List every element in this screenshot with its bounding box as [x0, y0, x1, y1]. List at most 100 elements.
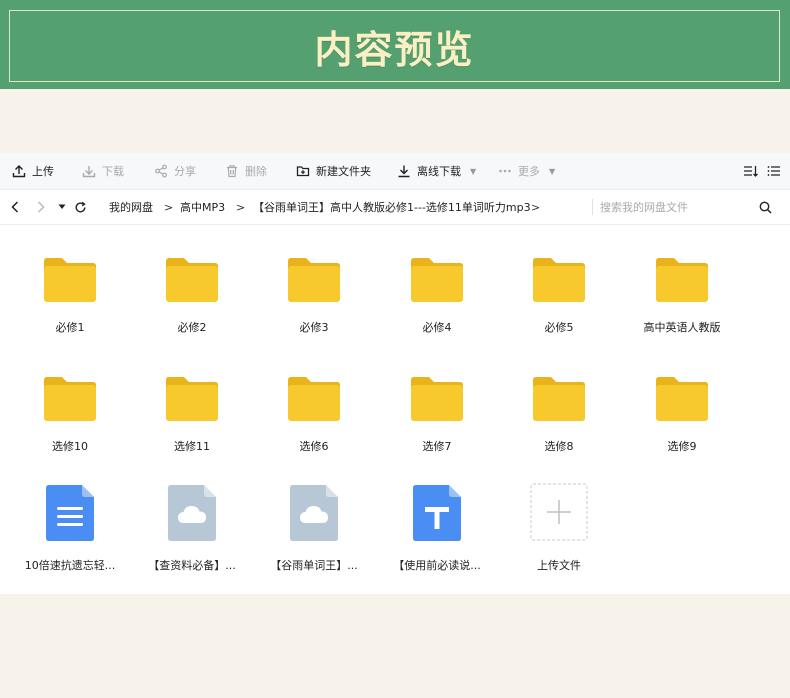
caret-down-icon	[58, 204, 66, 209]
trash-icon	[227, 165, 237, 178]
folder-item[interactable]: 选修11	[137, 362, 247, 454]
breadcrumb-current[interactable]: 【谷雨单词王】高中人教版必修1---选修11单词听力mp3	[253, 190, 531, 224]
refresh-button[interactable]	[74, 190, 87, 224]
list-view-button[interactable]	[767, 153, 787, 189]
folder-item[interactable]: 必修2	[137, 243, 247, 335]
document-icon	[46, 481, 94, 541]
folder-item-label: 选修7	[422, 440, 452, 453]
file-item-label: 10倍速抗遗忘轻...	[24, 559, 116, 572]
share-button[interactable]: 分享	[154, 153, 196, 189]
search-icon	[759, 201, 772, 214]
back-button[interactable]	[10, 190, 20, 224]
file-item-label: 【查资料必备】...	[148, 559, 236, 572]
folder-item[interactable]: 选修8	[504, 362, 614, 454]
new-folder-icon	[296, 166, 310, 177]
more-dots-icon	[499, 169, 511, 173]
chevron-right-icon	[37, 201, 45, 213]
caret-down-icon: ▼	[470, 166, 477, 176]
folder-item-label: 必修1	[55, 321, 85, 334]
folder-item[interactable]: 高中英语人教版	[627, 243, 737, 335]
breadcrumb-separator: >	[531, 200, 541, 214]
folder-icon	[410, 362, 464, 422]
preview-banner: 内容预览	[0, 0, 790, 89]
file-item-label: 【使用前必读说...	[393, 559, 481, 572]
text-file-icon	[413, 481, 461, 541]
folder-icon	[165, 362, 219, 422]
folder-item-label: 选修6	[299, 440, 329, 453]
more-button[interactable]: 更多 ▼	[498, 153, 555, 189]
folder-item[interactable]: 选修9	[627, 362, 737, 454]
folder-icon	[655, 362, 709, 422]
forward-button[interactable]	[36, 190, 46, 224]
folder-icon	[532, 243, 586, 303]
download-label: 下载	[102, 165, 124, 178]
folder-item-label: 必修4	[422, 321, 452, 334]
folder-item-label: 选修9	[667, 440, 697, 453]
folder-item-label: 必修3	[299, 321, 329, 334]
history-dropdown-button[interactable]	[58, 190, 66, 224]
folder-item-label: 选修11	[174, 440, 210, 453]
refresh-icon	[75, 201, 86, 212]
folder-item[interactable]: 选修6	[259, 362, 369, 454]
plus-icon	[530, 481, 588, 541]
folder-item[interactable]: 必修3	[259, 243, 369, 335]
file-item[interactable]: 【使用前必读说...	[382, 481, 492, 573]
breadcrumb-item[interactable]: 高中MP3	[180, 190, 225, 224]
caret-down-icon: ▼	[549, 166, 556, 176]
file-item-label: 【谷雨单词王】...	[270, 559, 358, 572]
download-button[interactable]: 下载	[82, 153, 124, 189]
cloud-file-icon	[290, 481, 338, 541]
new-folder-button[interactable]: 新建文件夹	[296, 153, 371, 189]
share-label: 分享	[174, 165, 196, 178]
more-label: 更多	[518, 165, 540, 178]
folder-icon	[532, 362, 586, 422]
breadcrumb-item[interactable]: 我的网盘	[109, 190, 153, 224]
sort-button[interactable]	[743, 153, 765, 189]
folder-item-label: 高中英语人教版	[643, 321, 721, 334]
sort-icon	[744, 166, 758, 177]
delete-button[interactable]: 删除	[225, 153, 267, 189]
list-view-icon	[767, 166, 780, 176]
breadcrumb-separator: >	[164, 200, 174, 214]
navigation-bar: 我的网盘 > 高中MP3 > 【谷雨单词王】高中人教版必修1---选修11单词听…	[0, 189, 790, 225]
folder-icon	[655, 243, 709, 303]
offline-download-icon	[398, 165, 410, 178]
cloud-file-icon	[168, 481, 216, 541]
folder-icon	[410, 243, 464, 303]
upload-label: 上传	[32, 165, 54, 178]
folder-item-label: 选修10	[52, 440, 88, 453]
download-icon	[82, 166, 96, 178]
folder-item-label: 必修2	[177, 321, 207, 334]
banner-frame: 内容预览	[9, 10, 780, 82]
divider	[592, 199, 593, 215]
file-item[interactable]: 【谷雨单词王】...	[259, 481, 369, 573]
file-item[interactable]: 【查资料必备】...	[137, 481, 247, 573]
delete-label: 删除	[245, 165, 267, 178]
folder-item[interactable]: 选修7	[382, 362, 492, 454]
offline-download-button[interactable]: 离线下载 ▼	[397, 153, 476, 189]
folder-item[interactable]: 必修4	[382, 243, 492, 335]
search-button[interactable]	[759, 190, 772, 224]
chevron-left-icon	[11, 201, 19, 213]
folder-item-label: 选修8	[544, 440, 574, 453]
folder-item[interactable]: 选修10	[15, 362, 125, 454]
folder-icon	[165, 243, 219, 303]
folder-item[interactable]: 必修1	[15, 243, 125, 335]
upload-file-tile[interactable]: 上传文件	[504, 481, 614, 573]
folder-icon	[43, 362, 97, 422]
folder-icon	[43, 243, 97, 303]
file-item[interactable]: 10倍速抗遗忘轻...	[15, 481, 125, 573]
folder-item-label: 必修5	[544, 321, 574, 334]
search-input[interactable]	[600, 197, 750, 217]
banner-title: 内容预览	[314, 26, 475, 72]
offline-download-label: 离线下载	[417, 165, 461, 178]
folder-item[interactable]: 必修5	[504, 243, 614, 335]
upload-button[interactable]: 上传	[12, 153, 54, 189]
toolbar: 上传 下载 分享 删除 新建文件夹 离线下载 ▼ 更多 ▼	[0, 153, 790, 189]
breadcrumb-separator: >	[236, 200, 246, 214]
upload-icon	[12, 165, 26, 178]
folder-icon	[287, 362, 341, 422]
folder-icon	[287, 243, 341, 303]
new-folder-label: 新建文件夹	[316, 165, 371, 178]
upload-file-tile-label: 上传文件	[537, 559, 581, 572]
